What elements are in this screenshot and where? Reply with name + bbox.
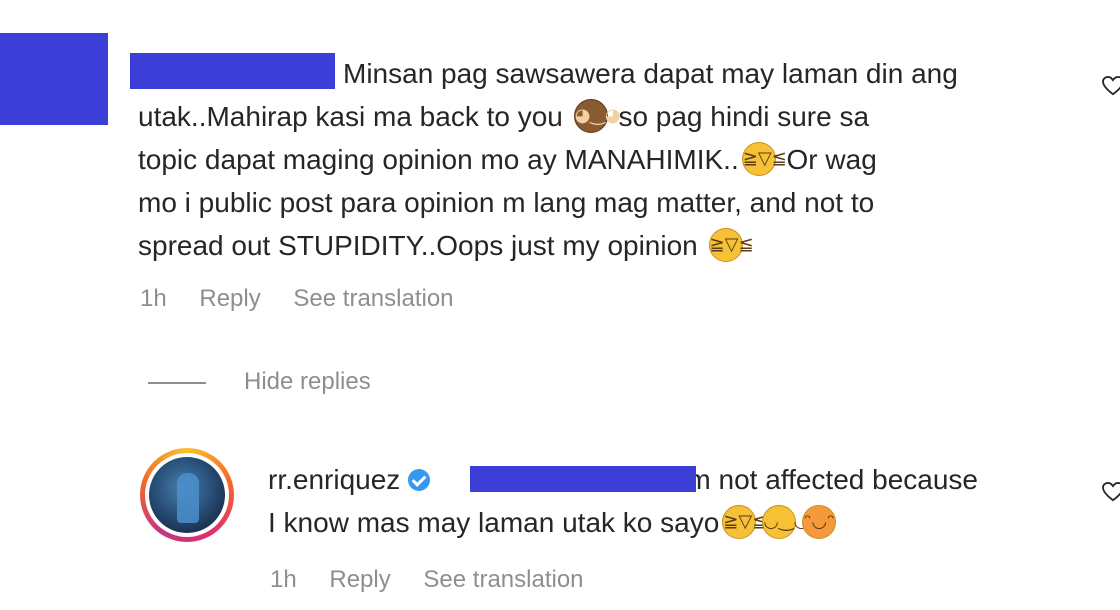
comment-line: mo i public post para opinion m lang mag…	[138, 187, 875, 218]
see-translation-link[interactable]: See translation	[423, 566, 583, 593]
heart-icon[interactable]	[1102, 482, 1120, 502]
heart-icon[interactable]	[1102, 76, 1120, 96]
reply-time: 1h	[270, 566, 297, 593]
redacted-avatar	[0, 33, 108, 125]
tears-of-joy-icon: ≧▽≦	[722, 505, 767, 539]
comment-line: Minsan pag sawsawera dapat may laman din…	[343, 58, 958, 89]
reply-username[interactable]: rr.enriquez	[268, 464, 400, 495]
comment-line: spread out STUPIDITY..Oops just my opini…	[138, 228, 754, 262]
comment-body: Minsan pag sawsawera dapat may laman din…	[138, 52, 1078, 267]
see-no-evil-monkey-icon: ◕‿◕	[573, 99, 621, 133]
tears-of-joy-icon: ≧▽≦	[741, 142, 787, 176]
reply-button[interactable]: Reply	[199, 285, 260, 312]
tongue-face-icon: ᵔ◡ᵔ	[802, 505, 837, 539]
reply-button[interactable]: Reply	[329, 566, 390, 593]
redacted-mention	[470, 466, 696, 492]
hide-replies-button[interactable]: Hide replies	[148, 368, 371, 396]
upside-down-face-icon: ◡‿◡	[762, 505, 809, 539]
reply-meta: 1h Reply See translation	[270, 566, 610, 594]
comment-line: utak..Mahirap kasi ma back to you ◕‿◕ so…	[138, 99, 870, 133]
comment-line: topic dapat maging opinion mo ay MANAHIM…	[138, 142, 877, 176]
comment-meta: 1h Reply See translation	[140, 285, 480, 313]
see-translation-link[interactable]: See translation	[293, 285, 453, 312]
comment-time: 1h	[140, 285, 167, 312]
reply-line: I know mas may laman utak ko sayo ≧▽≦ ◡‿◡ ᵔ…	[268, 505, 837, 539]
avatar[interactable]	[140, 448, 234, 542]
tears-of-joy-icon: ≧▽≦	[708, 228, 754, 262]
verified-badge-icon	[408, 469, 431, 491]
divider-line	[148, 381, 206, 384]
avatar-image	[149, 457, 225, 533]
